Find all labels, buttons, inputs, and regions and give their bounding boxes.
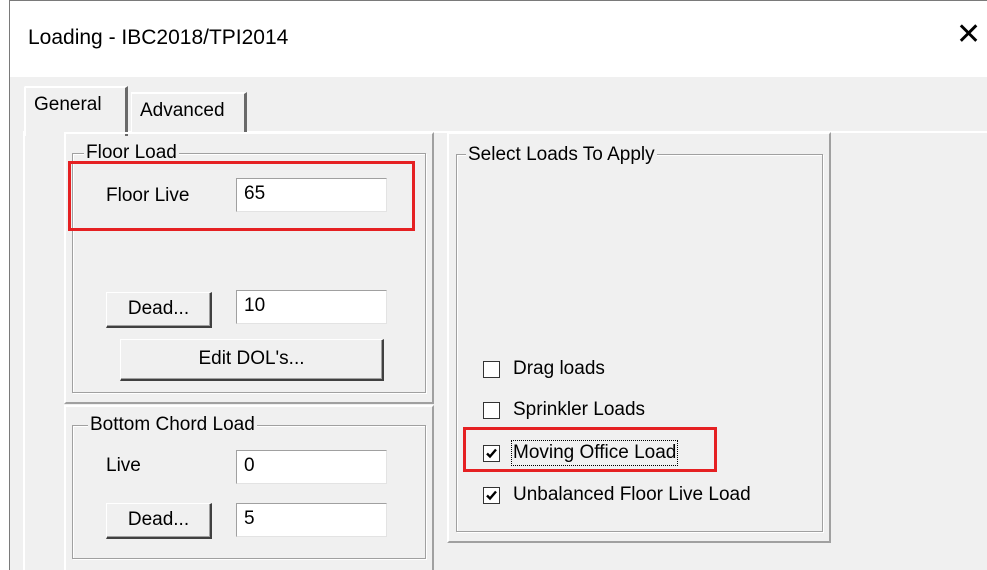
unbalanced-floor-live-load-checkbox[interactable]: Unbalanced Floor Live Load xyxy=(483,484,751,506)
drag-loads-checkbox[interactable]: Drag loads xyxy=(483,358,605,380)
bottom-chord-dead-field[interactable]: 5 xyxy=(236,503,387,537)
select-loads-group xyxy=(456,154,823,532)
moving-office-load-highlight xyxy=(463,427,717,472)
window-border-top xyxy=(9,0,987,1)
dialog-title: Loading - IBC2018/TPI2014 xyxy=(28,26,289,49)
close-icon[interactable]: ✕ xyxy=(956,20,981,50)
unbalanced-floor-live-load-label: Unbalanced Floor Live Load xyxy=(513,484,751,505)
bottom-chord-dead-button[interactable]: Dead... xyxy=(106,503,212,539)
sprinkler-loads-checkbox[interactable]: Sprinkler Loads xyxy=(483,399,645,421)
edit-dols-button[interactable]: Edit DOL's... xyxy=(120,339,384,381)
select-loads-group-label: Select Loads To Apply xyxy=(466,144,657,166)
sprinkler-loads-label: Sprinkler Loads xyxy=(513,399,646,420)
floor-dead-button[interactable]: Dead... xyxy=(106,292,212,328)
drag-loads-label: Drag loads xyxy=(513,358,605,379)
bottom-chord-live-label: Live xyxy=(106,455,141,476)
checkbox-box[interactable] xyxy=(483,401,500,419)
checkbox-box[interactable] xyxy=(483,360,500,378)
bottom-chord-live-field[interactable]: 0 xyxy=(236,450,387,484)
floor-dead-field[interactable]: 10 xyxy=(236,290,387,324)
tab-advanced[interactable]: Advanced xyxy=(131,92,247,132)
checkbox-box[interactable] xyxy=(483,486,500,504)
floor-live-highlight xyxy=(68,161,415,231)
tab-general[interactable]: General xyxy=(24,86,128,136)
checkmark-icon xyxy=(486,490,497,500)
loading-dialog: Loading - IBC2018/TPI2014 ✕ Advanced Gen… xyxy=(0,0,987,570)
bottom-chord-group-label: Bottom Chord Load xyxy=(88,414,257,436)
